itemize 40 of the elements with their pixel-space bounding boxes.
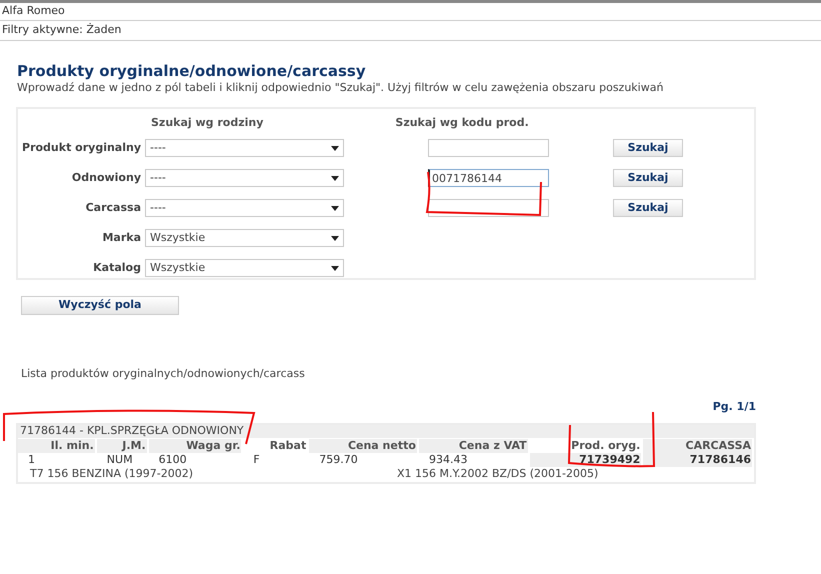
table-header-cell: Cena z VAT (418, 438, 530, 453)
model-label: T7 156 BENZINA (1997-2002) (30, 466, 194, 482)
caret-icon (331, 266, 339, 270)
field-label: Katalog (92, 260, 142, 276)
model-label: X1 156 M.Y.2002 BZ/DS (2001-2005) (397, 466, 598, 482)
code-input[interactable]: 0071786144 (428, 169, 549, 187)
dropdown[interactable]: ---- (145, 169, 344, 187)
column-header: Szukaj wg rodziny (151, 115, 264, 129)
column-header: Szukaj wg kodu prod. (395, 115, 529, 129)
page-description: Wprowadź dane w jedno z pól tabeli i kliknij odpowiednio "Szukaj". Użyj filtrów w celu zawężenia obszaru poszukiwań (17, 81, 664, 95)
filters-label: Filtry aktywne: Żaden (2, 22, 122, 38)
search-button[interactable]: Szukaj (613, 169, 683, 187)
caret-icon (331, 176, 339, 180)
brand-label: Alfa Romeo (2, 3, 65, 20)
search-button[interactable]: Szukaj (613, 199, 683, 217)
caret-icon (331, 236, 339, 240)
dropdown[interactable]: Wszystkie (145, 229, 344, 247)
dropdown[interactable]: Wszystkie (145, 259, 344, 277)
list-title: Lista produktów oryginalnych/odnowionych/carcass (21, 367, 305, 380)
table-cell: 71786146 (643, 452, 754, 467)
table-header-cell: CARCASSA (643, 438, 754, 453)
dropdown[interactable]: ---- (145, 139, 344, 157)
code-input[interactable] (428, 199, 549, 217)
code-input[interactable] (428, 139, 549, 157)
field-label: Carcassa (84, 200, 142, 216)
pagination-label: Pg. 1/1 (712, 399, 756, 416)
field-label: Produkt oryginalny (21, 140, 142, 156)
field-label: Odnowiony (70, 170, 142, 186)
field-label: Marka (101, 230, 142, 246)
table-header-cell: Cena netto (309, 438, 419, 453)
clear-button[interactable]: Wyczyść pola (21, 296, 179, 315)
caret-icon (331, 146, 339, 150)
page-title: Produkty oryginalne/odnowione/carcassy (17, 61, 367, 81)
dropdown[interactable]: ---- (145, 199, 344, 217)
table-header-cell: Waga gr. (148, 438, 244, 453)
search-button[interactable]: Szukaj (613, 139, 683, 157)
product-title: 71786144 - KPL.SPRZĘGŁA ODNOWIONY (20, 423, 244, 439)
table-header-cell: J.M. (96, 438, 149, 453)
caret-icon (331, 206, 339, 210)
table-header-cell: Il. min. (18, 438, 97, 453)
